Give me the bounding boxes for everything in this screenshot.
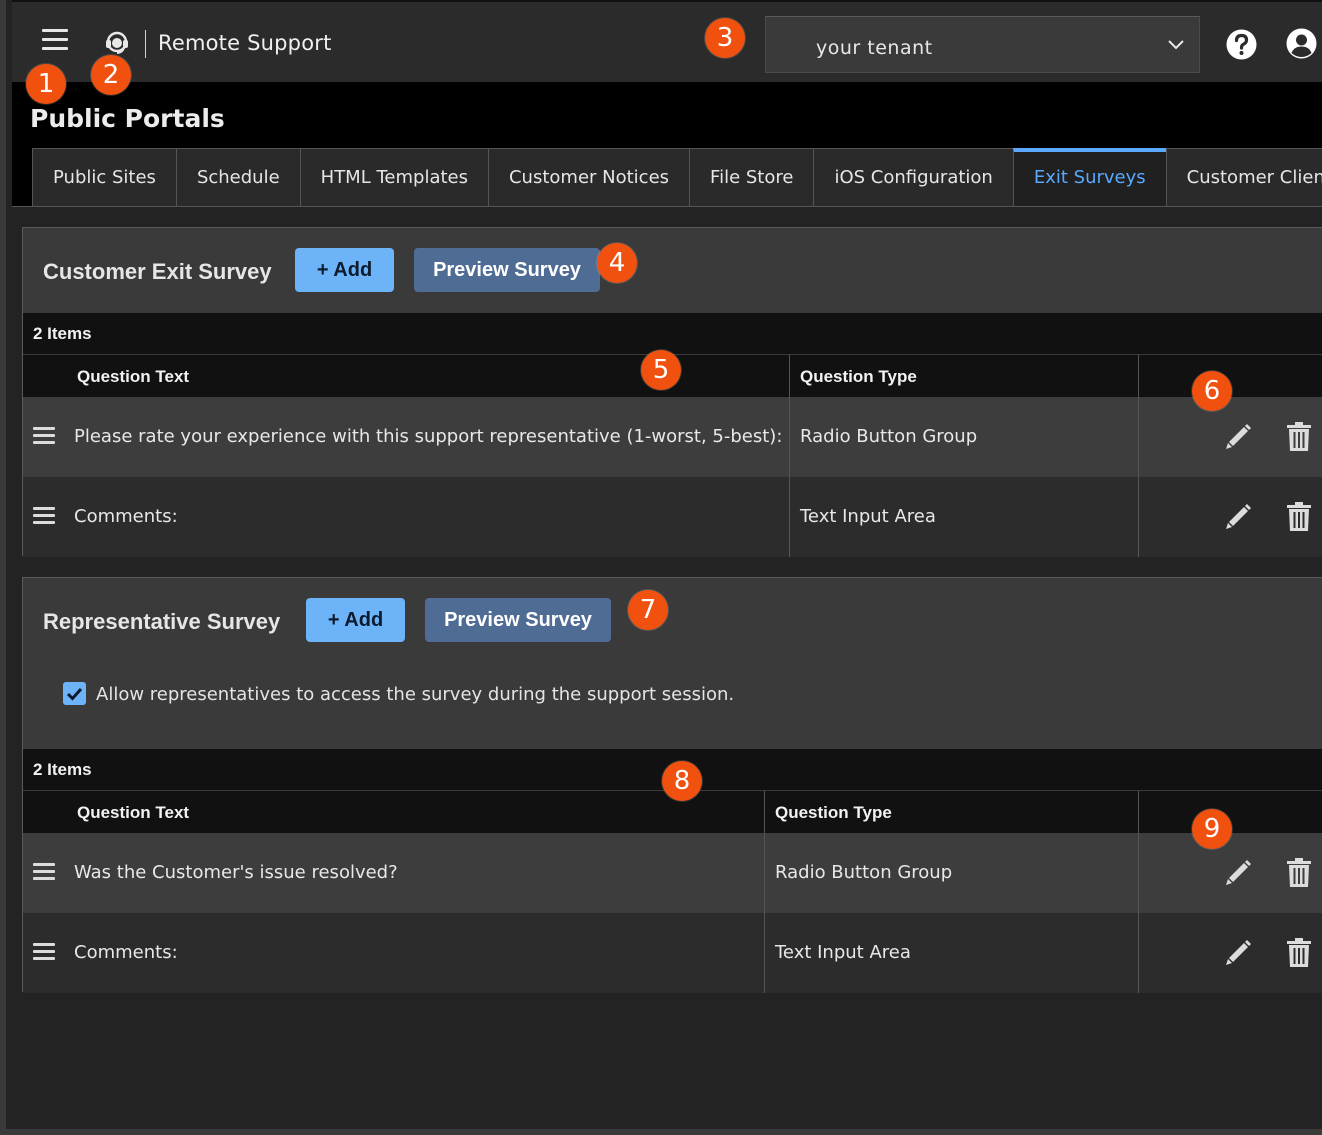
rep-add-button[interactable]: + Add [306,598,405,642]
rep-items-count: 2 Items [33,760,92,779]
tab-exit-surveys[interactable]: Exit Surveys [1012,148,1167,206]
callout-badge-2: 2 [91,55,131,95]
table-row[interactable]: Comments: Text Input Area [23,913,1322,993]
customer-exit-survey-section: Customer Exit Survey + Add Preview Surve… [22,227,1322,557]
question-type: Text Input Area [775,942,911,963]
pencil-icon[interactable] [1223,500,1255,532]
pencil-icon[interactable] [1223,856,1255,888]
callout-badge-3: 3 [705,18,745,58]
col-question-text[interactable]: Question Text [77,367,189,387]
app-window: Remote Support your tenant Public Portal… [0,0,1322,1135]
customer-preview-survey-button[interactable]: Preview Survey [414,248,600,292]
column-separator [1138,913,1139,993]
callout-badge-1: 1 [26,64,66,104]
checkbox-checked-icon[interactable] [63,682,86,705]
rep-preview-survey-button[interactable]: Preview Survey [425,598,611,642]
table-row[interactable]: Was the Customer's issue resolved? Radio… [23,833,1322,913]
callout-badge-4: 4 [597,243,637,283]
hamburger-menu-icon[interactable] [42,29,68,55]
question-text: Comments: [74,506,178,527]
table-row[interactable]: Comments: Text Input Area [23,477,1322,557]
drag-handle-icon[interactable] [33,507,55,525]
callout-badge-5: 5 [641,350,681,390]
column-separator [764,791,765,833]
trash-icon[interactable] [1286,421,1312,452]
trash-icon[interactable] [1286,501,1312,532]
column-separator [1138,791,1139,833]
customer-add-button[interactable]: + Add [295,248,394,292]
drag-handle-icon[interactable] [33,943,55,961]
col-question-type[interactable]: Question Type [775,803,892,823]
trash-icon[interactable] [1286,857,1312,888]
customer-items-count-bar: 2 Items [23,313,1322,355]
callout-badge-6: 6 [1192,371,1232,411]
callout-badge-8: 8 [662,761,702,801]
callout-badge-7: 7 [628,590,668,630]
tab-ios-configuration[interactable]: iOS Configuration [813,148,1014,206]
tab-bar: Public Sites Schedule HTML Templates Cus… [32,148,1322,206]
tab-public-sites[interactable]: Public Sites [32,148,177,206]
column-separator [789,477,790,557]
app-title: Remote Support [158,31,332,55]
tab-schedule[interactable]: Schedule [175,148,301,206]
column-separator [1138,397,1139,477]
page-title: Public Portals [30,104,225,133]
top-bar: Remote Support your tenant [12,0,1322,82]
col-question-text[interactable]: Question Text [77,803,189,823]
pencil-icon[interactable] [1223,420,1255,452]
column-separator [789,397,790,477]
question-type: Radio Button Group [775,862,953,883]
headset-logo-icon [106,31,128,54]
page-header: Public Portals Public Sites Schedule HTM… [12,82,1322,206]
tenant-select[interactable]: your tenant [765,16,1200,73]
column-separator [764,913,765,993]
column-separator [1138,833,1139,913]
chevron-down-icon [1168,40,1184,50]
column-separator [1138,355,1139,397]
customer-items-count: 2 Items [33,324,92,343]
table-row[interactable]: Please rate your experience with this su… [23,397,1322,477]
tab-customer-notices[interactable]: Customer Notices [487,148,691,206]
pencil-icon[interactable] [1223,936,1255,968]
tenant-select-value: your tenant [816,37,933,59]
column-separator [764,833,765,913]
title-divider [145,30,146,58]
tab-divider-line [12,206,1322,207]
help-icon[interactable] [1226,29,1257,60]
drag-handle-icon[interactable] [33,863,55,881]
col-question-type[interactable]: Question Type [800,367,917,387]
account-icon[interactable] [1286,28,1317,59]
question-text: Was the Customer's issue resolved? [74,862,398,883]
question-type: Text Input Area [800,506,936,527]
customer-survey-title: Customer Exit Survey [43,259,272,284]
tab-html-templates[interactable]: HTML Templates [299,148,489,206]
question-type: Radio Button Group [800,426,978,447]
column-separator [789,355,790,397]
tab-file-store[interactable]: File Store [689,148,815,206]
drag-handle-icon[interactable] [33,427,55,445]
trash-icon[interactable] [1286,937,1312,968]
column-separator [1138,477,1139,557]
rep-survey-title: Representative Survey [43,609,281,634]
question-text: Comments: [74,942,178,963]
tab-customer-client[interactable]: Customer Client [1165,148,1322,206]
callout-badge-9: 9 [1192,809,1232,849]
question-text: Please rate your experience with this su… [74,426,783,447]
allow-reps-checkbox-label[interactable]: Allow representatives to access the surv… [96,684,734,705]
